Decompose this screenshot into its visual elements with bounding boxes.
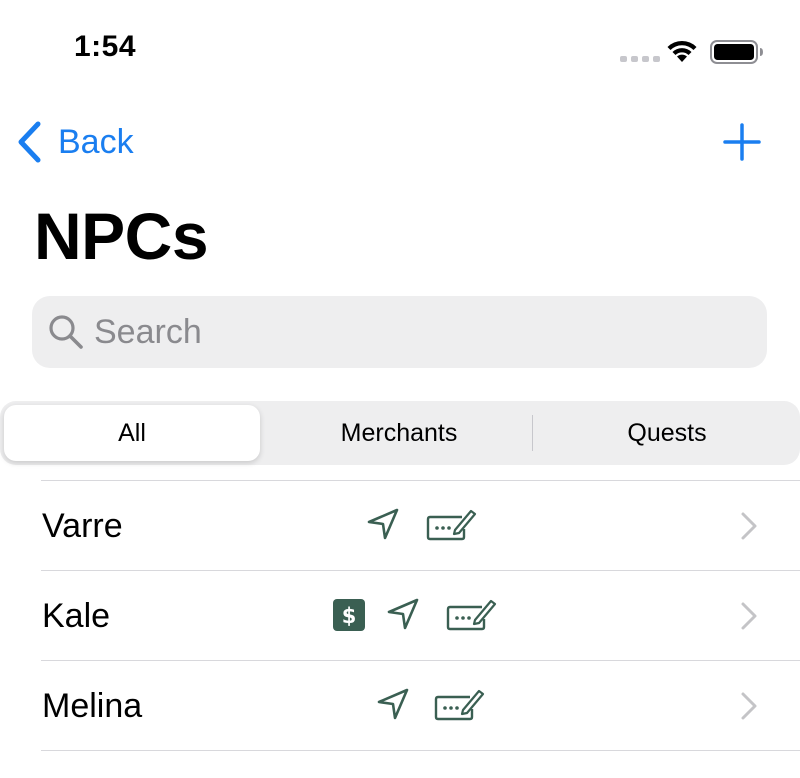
navigation-bar: Back xyxy=(0,110,800,174)
navigation-icon xyxy=(377,688,409,720)
search-input[interactable] xyxy=(94,308,744,356)
chevron-right-icon xyxy=(741,512,757,540)
cellular-signal-icon xyxy=(620,56,660,62)
status-time: 1:54 xyxy=(74,30,137,63)
battery-icon xyxy=(710,40,763,64)
list-item[interactable]: Kale $ xyxy=(0,571,800,661)
npc-name: Melina xyxy=(42,687,143,725)
ticket-edit-icon xyxy=(434,689,485,721)
segmented-control: All Merchants Quests xyxy=(0,401,800,465)
navigation-icon xyxy=(387,598,419,630)
search-bar[interactable] xyxy=(32,296,767,368)
status-bar: 1:54 xyxy=(0,0,800,100)
npc-name: Kale xyxy=(42,597,111,635)
navigation-icon xyxy=(367,508,399,540)
status-icons xyxy=(616,36,766,66)
add-icon[interactable] xyxy=(722,122,762,162)
segment-merchants[interactable]: Merchants xyxy=(266,401,532,465)
npc-name: Varre xyxy=(42,507,123,545)
ticket-edit-icon xyxy=(446,599,497,631)
chevron-right-icon xyxy=(741,602,757,630)
back-button[interactable]: Back xyxy=(14,118,134,166)
svg-text:$: $ xyxy=(342,604,357,628)
segment-divider xyxy=(532,415,533,451)
segment-quests[interactable]: Quests xyxy=(534,401,800,465)
dollar-icon: $ xyxy=(333,599,365,631)
list-item[interactable]: Melina xyxy=(0,661,800,751)
chevron-left-icon xyxy=(18,121,41,163)
list-divider xyxy=(41,750,800,751)
search-icon xyxy=(49,315,83,349)
page-title: NPCs xyxy=(34,199,209,273)
back-label: Back xyxy=(58,122,134,161)
list-item[interactable]: Varre xyxy=(0,481,800,571)
segment-all[interactable]: All xyxy=(4,405,260,461)
wifi-icon xyxy=(667,40,697,62)
ticket-edit-icon xyxy=(426,509,477,541)
chevron-right-icon xyxy=(741,692,757,720)
